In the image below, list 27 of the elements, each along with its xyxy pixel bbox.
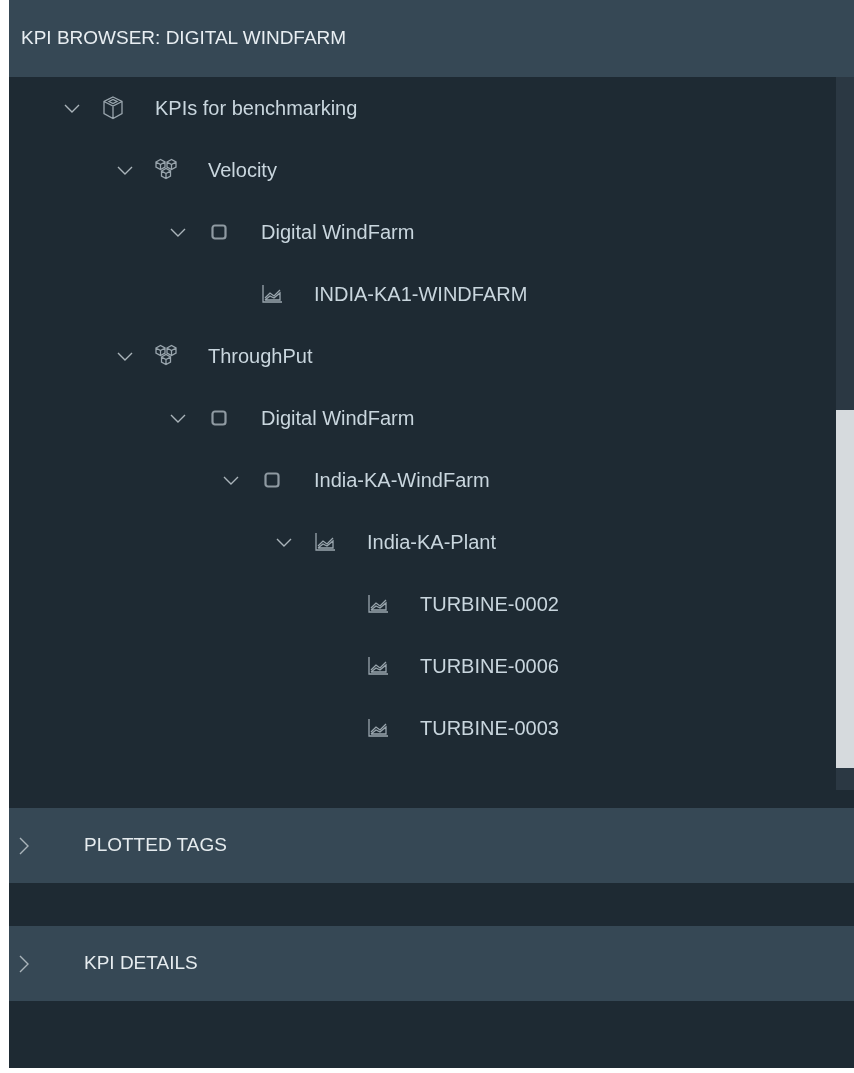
chart-icon [315,533,335,551]
cubes-icon [154,158,178,182]
chart-icon [368,719,388,737]
tree-item-label[interactable]: TURBINE-0003 [420,713,559,743]
cube-icon [102,96,124,120]
tree-item-label[interactable]: Velocity [208,155,277,185]
chart-icon [368,595,388,613]
panel-title: KPI BROWSER: DIGITAL WINDFARM [21,26,347,51]
tree-item-label[interactable]: Digital WindFarm [261,403,415,433]
chart-icon [368,657,388,675]
square-icon [211,410,227,426]
tree-item-label[interactable]: TURBINE-0002 [420,589,559,619]
tree-item-label[interactable]: INDIA-KA1-WINDFARM [314,279,528,309]
scrollbar-thumb[interactable] [836,410,854,768]
tree-item-label[interactable]: India-KA-Plant [367,527,496,557]
square-icon [264,472,280,488]
scrollbar-track[interactable] [836,77,854,790]
section-header[interactable]: PLOTTED TAGS [9,808,854,883]
section-header[interactable]: KPI DETAILS [9,926,854,1001]
chart-icon [262,285,282,303]
tree-item-label[interactable]: India-KA-WindFarm [314,465,490,495]
cubes-icon [154,344,178,368]
tree-item-label[interactable]: Digital WindFarm [261,217,415,247]
square-icon [211,224,227,240]
tree-item-label[interactable]: TURBINE-0006 [420,651,559,681]
tree-item-label[interactable]: KPIs for benchmarking [155,93,358,123]
tree-item-label[interactable]: ThroughPut [208,341,313,371]
